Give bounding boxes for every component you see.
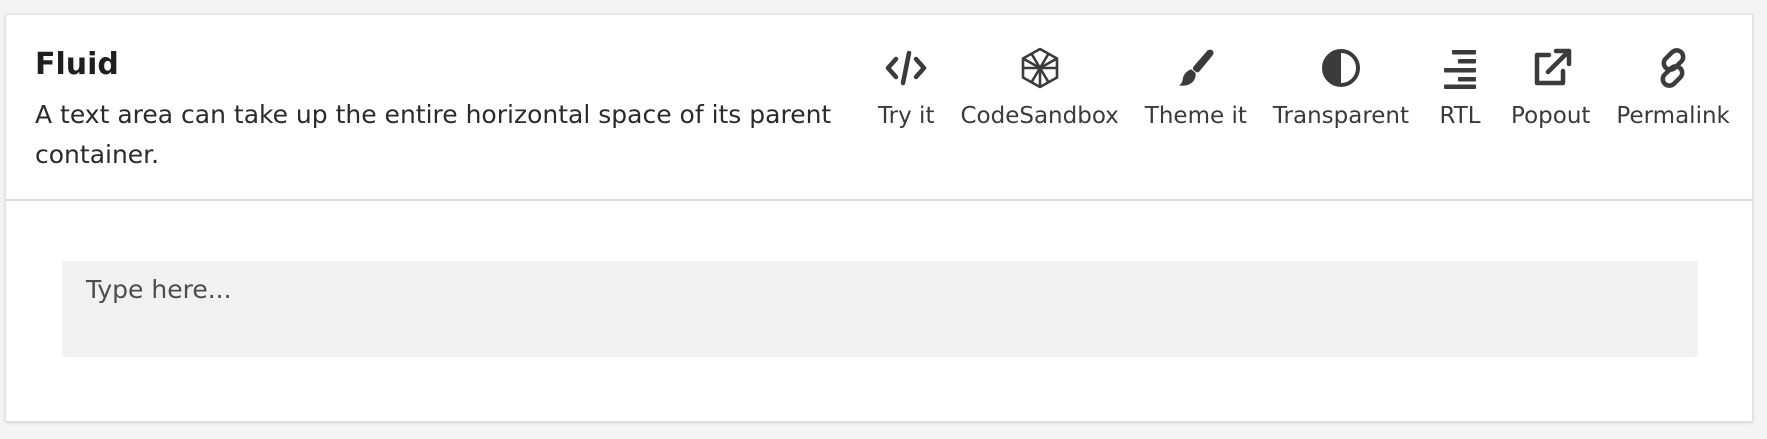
link-icon [1648,43,1698,93]
codesandbox-icon [1015,43,1065,93]
example-title: Fluid [35,47,119,82]
example-toolbar: Try it CodeSandbox Theme it Transparent … [878,43,1730,129]
try-it-label: Try it [878,103,935,129]
example-preview [6,201,1752,423]
paintbrush-icon [1171,43,1221,93]
example-header: Fluid A text area can take up the entire… [6,15,1752,201]
code-icon [881,43,931,93]
transparent-button[interactable]: Transparent [1273,43,1409,129]
transparent-label: Transparent [1272,103,1410,129]
try-it-button[interactable]: Try it [878,43,934,129]
external-link-icon [1526,43,1576,93]
rtl-button[interactable]: RTL [1435,43,1485,129]
fluid-textarea[interactable] [62,261,1698,357]
permalink-label: Permalink [1616,103,1730,129]
popout-button[interactable]: Popout [1511,43,1590,129]
half-circle-icon [1316,43,1366,93]
example-card: Fluid A text area can take up the entire… [5,14,1753,422]
align-right-icon [1435,43,1485,93]
theme-it-label: Theme it [1144,103,1247,129]
codesandbox-button[interactable]: CodeSandbox [960,43,1119,129]
codesandbox-label: CodeSandbox [960,103,1119,129]
popout-label: Popout [1511,103,1591,129]
theme-it-button[interactable]: Theme it [1145,43,1247,129]
example-description: A text area can take up the entire horiz… [35,100,832,169]
permalink-button[interactable]: Permalink [1616,43,1730,129]
rtl-label: RTL [1439,103,1481,129]
